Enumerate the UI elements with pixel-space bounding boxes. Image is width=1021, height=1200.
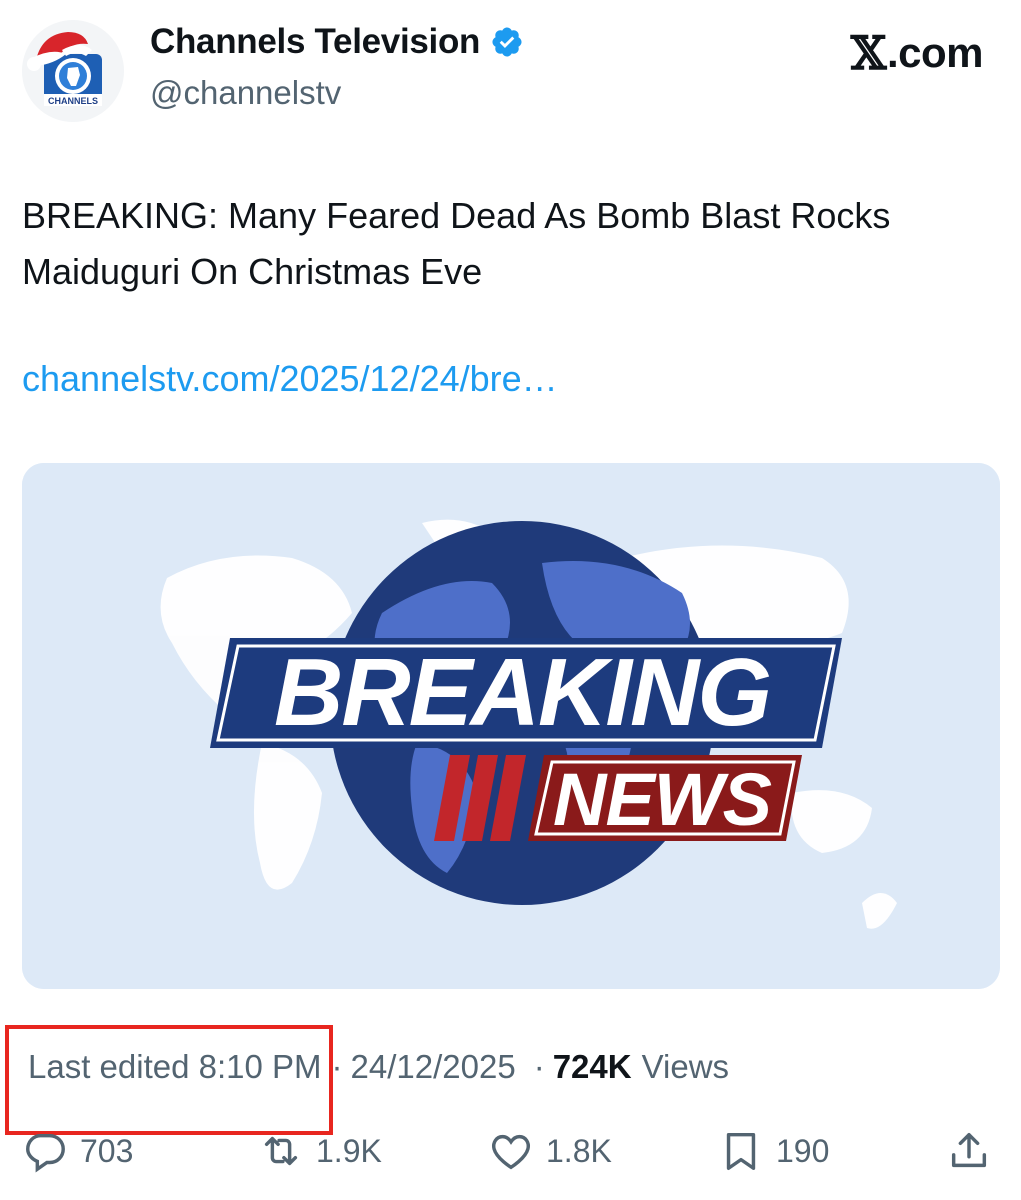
views-label: Views: [641, 1048, 730, 1085]
bookmark-button[interactable]: 190: [718, 1128, 829, 1174]
edited-highlight-box: [5, 1025, 333, 1135]
repost-count: 1.9K: [316, 1132, 382, 1169]
media-breaking-text: BREAKING: [274, 639, 770, 746]
repost-icon: [264, 1136, 298, 1166]
views-count[interactable]: 724K: [553, 1048, 632, 1086]
breaking-news-graphic: BREAKING NEWS: [22, 463, 1000, 989]
like-count: 1.8K: [546, 1132, 612, 1169]
share-icon: [951, 1132, 987, 1168]
tweet-text: BREAKING: Many Feared Dead As Bomb Blast…: [22, 195, 891, 292]
tweet-date[interactable]: 24/12/2025: [351, 1048, 516, 1086]
meta-separator: ·: [331, 1048, 343, 1085]
channels-logo-icon: CHANNELS: [22, 20, 124, 122]
like-button[interactable]: 1.8K: [488, 1128, 612, 1174]
avatar-label: CHANNELS: [48, 96, 98, 106]
media-news-text: NEWS: [553, 758, 772, 841]
bookmark-count: 190: [776, 1132, 830, 1169]
media-image[interactable]: BREAKING NEWS: [22, 463, 1000, 989]
tweet-header: CHANNELS Channels Television @channelstv…: [0, 0, 1021, 130]
verified-badge-icon: [492, 27, 522, 57]
avatar[interactable]: CHANNELS: [22, 20, 124, 122]
reply-button[interactable]: 703: [22, 1128, 133, 1174]
share-button[interactable]: [946, 1128, 992, 1174]
x-logo-icon: 𝕏: [850, 26, 887, 80]
bookmark-icon: [726, 1132, 756, 1170]
x-brand-logo[interactable]: 𝕏 .com: [850, 26, 984, 80]
reply-count: 703: [80, 1132, 134, 1169]
meta-separator: ·: [533, 1048, 545, 1085]
like-icon: [492, 1134, 530, 1170]
tweet-actions: 703 1.9K 1.8K 190: [0, 1120, 1021, 1190]
repost-button[interactable]: 1.9K: [258, 1128, 382, 1174]
display-name[interactable]: Channels Television: [150, 22, 480, 62]
brand-label: .com: [886, 29, 984, 76]
account-handle[interactable]: @channelstv: [150, 74, 341, 112]
article-link[interactable]: channelstv.com/2025/12/24/bre…: [22, 358, 558, 400]
reply-icon: [26, 1133, 65, 1173]
name-row: Channels Television: [150, 22, 524, 62]
